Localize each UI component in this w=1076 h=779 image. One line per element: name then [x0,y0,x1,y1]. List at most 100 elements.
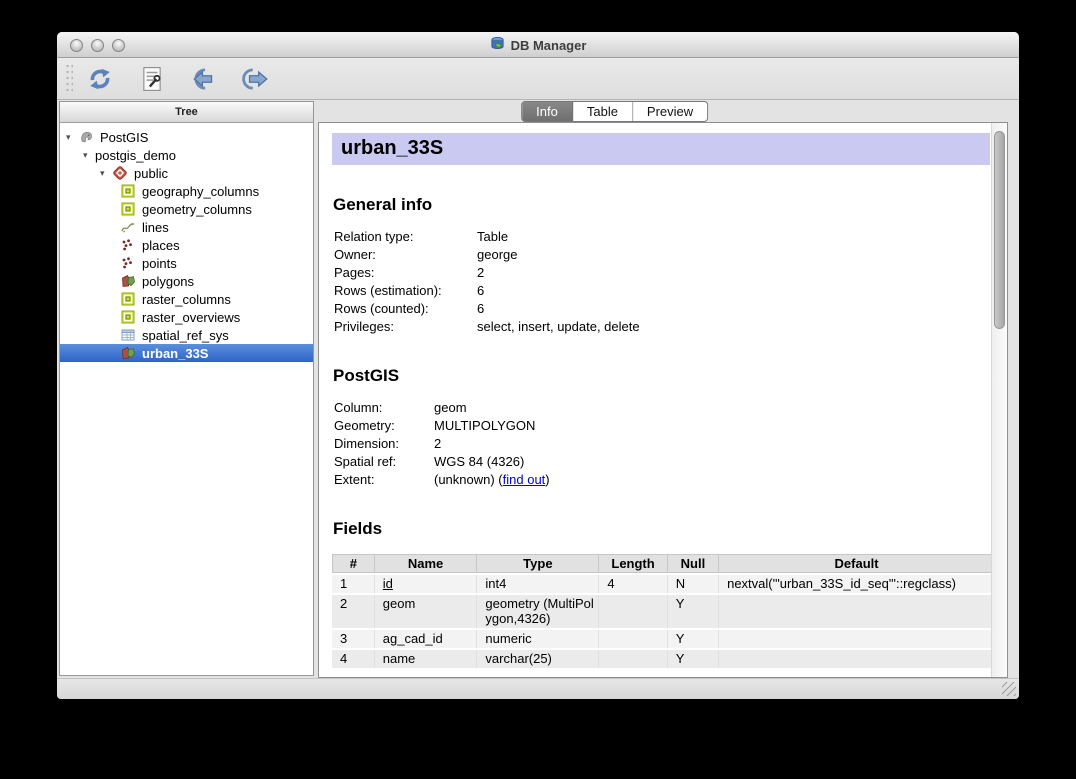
tab-table[interactable]: Table [573,102,633,121]
field-name: ag_cad_id [375,630,478,648]
expand-arrow-icon[interactable]: ▾ [100,168,112,179]
tree-item-label: spatial_ref_sys [142,328,229,343]
sql-window-button[interactable] [135,63,169,95]
zoom-button[interactable] [112,39,125,52]
info-value: 6 [477,282,484,300]
column-header: Name [375,554,478,573]
field-length: 4 [599,575,667,593]
resize-grip-icon[interactable] [1002,682,1016,696]
refresh-button[interactable] [83,63,117,95]
info-label: Pages: [334,264,477,282]
tree-item-label: geometry_columns [142,202,252,217]
tree-item-points[interactable]: points [60,254,313,272]
expand-arrow-icon[interactable]: ▾ [66,132,78,143]
sql-window-icon [140,66,164,92]
column-header: Length [599,554,667,573]
field-row-id: 1 id int4 4 N nextval('"urban_33S_id_seq… [332,575,991,593]
info-panel: urban_33S General info Relation type:Tab… [318,122,1008,678]
tree-item-lines[interactable]: lines [60,218,313,236]
info-value: MULTIPOLYGON [434,417,535,435]
traffic-lights [70,39,125,52]
column-header: Type [477,554,599,573]
import-layer-button[interactable] [187,63,221,95]
tree-item-places[interactable]: places [60,236,313,254]
tree-item-label: geography_columns [142,184,259,199]
view-tabs: Info Table Preview [521,101,708,122]
tree-item-polygons[interactable]: polygons [60,272,313,290]
info-label: Extent: [334,471,434,489]
tab-info[interactable]: Info [522,102,573,121]
polygon-layer-icon [120,345,136,361]
toolbar [57,58,1019,100]
tree-item-geography-columns[interactable]: geography_columns [60,182,313,200]
tab-preview[interactable]: Preview [633,102,707,121]
info-value: 2 [434,435,441,453]
export-to-file-icon [242,66,270,92]
column-header: # [332,554,375,573]
tree-item-urban-33s[interactable]: urban_33S [60,344,313,362]
expand-arrow-icon[interactable]: ▾ [83,150,95,161]
field-row-partial: 4 name varchar(25) Y [332,650,991,668]
minimize-button[interactable] [91,39,104,52]
fields-header-row: # Name Type Length Null Default [332,554,991,573]
field-null: N [668,575,719,593]
vertical-scrollbar[interactable] [991,123,1007,677]
main-area: Tree ▾ PostGIS ▾ postgis_demo ▾ [57,101,1019,678]
fields-table: # Name Type Length Null Default 1 id int [332,552,991,670]
tree-item-label: PostGIS [100,130,148,145]
scrollbar-thumb[interactable] [994,131,1005,329]
tree-panel-header: Tree [60,102,313,123]
info-label: Privileges: [334,318,477,336]
field-length [599,630,667,648]
tree-item-postgis-demo[interactable]: ▾ postgis_demo [60,146,313,164]
field-length [599,650,667,668]
info-document: urban_33S General info Relation type:Tab… [319,123,991,677]
table-title: urban_33S [332,133,990,165]
info-value: 6 [477,300,484,318]
tree-item-label: public [134,166,168,181]
field-name: name [375,650,478,668]
tree-item-label: polygons [142,274,194,289]
point-layer-icon [120,255,136,271]
field-row-geom: 2 geom geometry (MultiPolygon,4326) Y [332,595,991,628]
tree-item-geometry-columns[interactable]: geometry_columns [60,200,313,218]
schema-icon [112,165,128,181]
field-null: Y [668,595,719,628]
field-row-ag-cad-id: 3 ag_cad_id numeric Y [332,630,991,648]
info-label: Rows (counted): [334,300,477,318]
general-info-list: Relation type:Table Owner:george Pages:2… [332,228,991,336]
info-label: Geometry: [334,417,434,435]
close-button[interactable] [70,39,83,52]
field-null: Y [668,630,719,648]
field-default [719,650,991,668]
field-type: varchar(25) [477,650,599,668]
geometry-columns-table-icon [120,183,136,199]
extent-value: (unknown) (find out) [434,471,550,489]
title-bar[interactable]: DB Manager [57,32,1019,58]
find-out-link[interactable]: find out [503,472,546,487]
info-label: Relation type: [334,228,477,246]
point-layer-icon [120,237,136,253]
field-default [719,630,991,648]
tree-item-raster-overviews[interactable]: raster_overviews [60,308,313,326]
info-value: 2 [477,264,484,282]
tree-item-postgis[interactable]: ▾ PostGIS [60,128,313,146]
toolbar-drag-handle[interactable] [65,63,73,95]
export-to-file-button[interactable] [239,63,273,95]
field-default [719,595,991,628]
db-tree: ▾ PostGIS ▾ postgis_demo ▾ public [60,123,313,675]
info-value: select, insert, update, delete [477,318,640,336]
status-bar [57,678,1019,699]
info-value: WGS 84 (4326) [434,453,524,471]
tree-item-raster-columns[interactable]: raster_columns [60,290,313,308]
field-null: Y [668,650,719,668]
info-label: Owner: [334,246,477,264]
info-value: Table [477,228,508,246]
tree-item-label: places [142,238,180,253]
tree-item-public[interactable]: ▾ public [60,164,313,182]
info-label: Rows (estimation): [334,282,477,300]
tree-item-spatial-ref-sys[interactable]: spatial_ref_sys [60,326,313,344]
field-type: numeric [477,630,599,648]
line-layer-icon [120,219,136,235]
tree-item-label: raster_overviews [142,310,240,325]
